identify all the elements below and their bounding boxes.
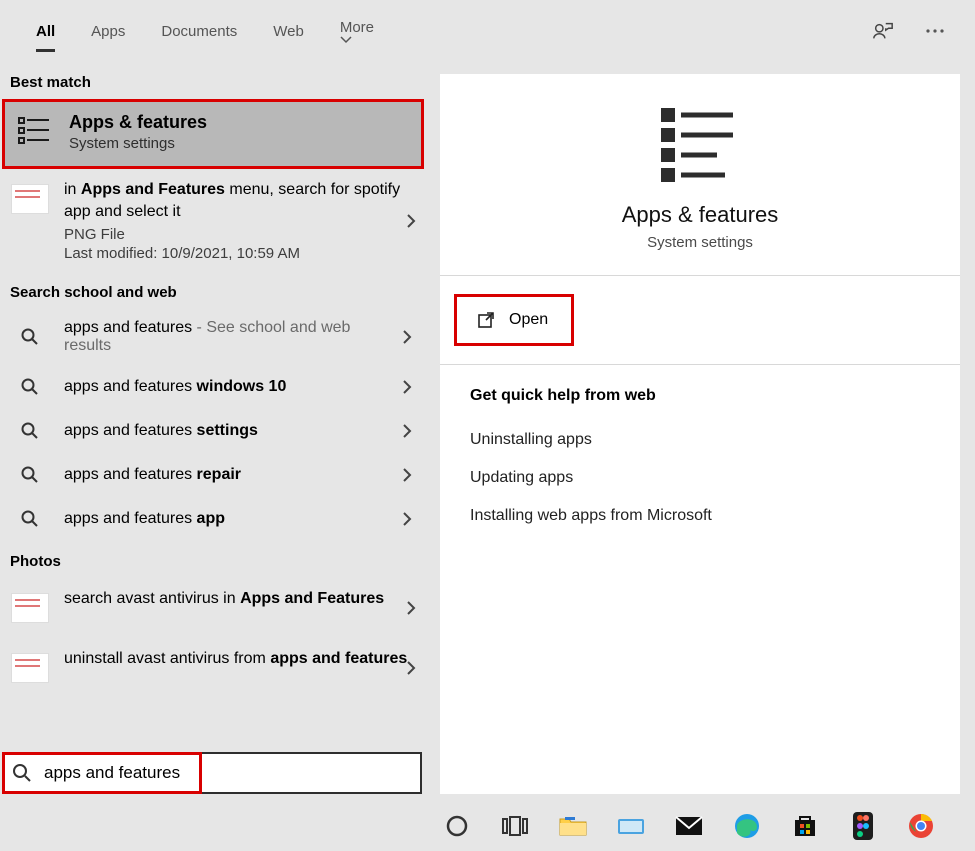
web-suggestion[interactable]: apps and features repair (0, 453, 426, 497)
mail-icon[interactable] (672, 809, 706, 843)
tab-more[interactable]: More (322, 1, 396, 62)
chevron-right-icon (402, 329, 412, 345)
more-options-icon[interactable] (921, 17, 949, 45)
best-match-subtitle: System settings (69, 135, 207, 152)
help-link[interactable]: Installing web apps from Microsoft (470, 497, 930, 535)
detail-title: Apps & features (622, 202, 779, 228)
photo-thumbnail-icon (10, 648, 50, 688)
chevron-right-icon (402, 511, 412, 527)
chevron-right-icon (402, 423, 412, 439)
best-match-title: Apps & features (69, 112, 207, 133)
help-heading: Get quick help from web (470, 387, 930, 405)
feedback-icon[interactable] (869, 17, 897, 45)
suggestion-text: apps and features settings (64, 422, 416, 440)
photo-thumbnail-icon (10, 588, 50, 628)
suggestion-text: apps and features windows 10 (64, 378, 416, 396)
photo-result[interactable]: search avast antivirus in Apps and Featu… (0, 578, 426, 638)
section-photos: Photos (0, 541, 426, 578)
chevron-right-icon (406, 600, 416, 616)
help-link[interactable]: Updating apps (470, 459, 930, 497)
web-suggestion[interactable]: apps and features - See school and web r… (0, 309, 426, 365)
search-input-container[interactable] (2, 752, 422, 794)
apps-features-large-icon (655, 104, 745, 184)
chevron-right-icon (402, 467, 412, 483)
settings-list-icon (15, 112, 55, 152)
chevron-right-icon (406, 213, 416, 229)
open-icon (477, 311, 495, 329)
help-link[interactable]: Uninstalling apps (470, 421, 930, 459)
suggestion-text: apps and features - See school and web r… (64, 319, 416, 355)
taskbar (426, 800, 975, 851)
png-thumbnail-icon (10, 179, 50, 219)
search-icon (10, 466, 50, 484)
search-icon (12, 763, 32, 783)
open-label: Open (509, 311, 548, 329)
tab-web[interactable]: Web (255, 5, 322, 58)
web-suggestion[interactable]: apps and features windows 10 (0, 365, 426, 409)
search-input[interactable] (42, 762, 412, 784)
chevron-right-icon (402, 379, 412, 395)
photo-result-title: uninstall avast antivirus from apps and … (64, 648, 416, 670)
web-suggestion[interactable]: apps and features settings (0, 409, 426, 453)
search-icon (10, 510, 50, 528)
file-result-modified: Last modified: 10/9/2021, 10:59 AM (64, 245, 416, 262)
task-view-icon[interactable] (498, 809, 532, 843)
suggestion-text: apps and features repair (64, 466, 416, 484)
cortana-icon[interactable] (440, 809, 474, 843)
photo-result[interactable]: uninstall avast antivirus from apps and … (0, 638, 426, 698)
search-filter-tabs: All Apps Documents Web More (0, 0, 975, 62)
best-match-result[interactable]: Apps & features System settings (2, 99, 424, 169)
chevron-right-icon (406, 660, 416, 676)
open-button[interactable]: Open (454, 294, 574, 346)
search-icon (10, 422, 50, 440)
tab-apps[interactable]: Apps (73, 5, 143, 58)
file-result-title: in Apps and Features menu, search for sp… (64, 179, 416, 222)
store-icon[interactable] (788, 809, 822, 843)
edge-icon[interactable] (730, 809, 764, 843)
web-suggestion[interactable]: apps and features app (0, 497, 426, 541)
tab-more-label: More (340, 19, 374, 36)
file-explorer-icon[interactable] (556, 809, 590, 843)
chevron-down-icon (340, 36, 378, 44)
keyboard-icon[interactable] (614, 809, 648, 843)
search-results-panel: Best match Apps & features System settin… (0, 62, 426, 800)
result-detail-panel: Apps & features System settings Open Get… (440, 74, 960, 794)
suggestion-text: apps and features app (64, 510, 416, 528)
search-icon (10, 378, 50, 396)
detail-subtitle: System settings (647, 234, 753, 251)
chrome-icon[interactable] (904, 809, 938, 843)
section-best-match: Best match (0, 62, 426, 99)
file-result[interactable]: in Apps and Features menu, search for sp… (0, 169, 426, 272)
file-result-type: PNG File (64, 226, 416, 243)
section-school-web: Search school and web (0, 272, 426, 309)
tab-all[interactable]: All (18, 5, 73, 58)
figma-icon[interactable] (846, 809, 880, 843)
search-icon (10, 328, 50, 346)
tab-documents[interactable]: Documents (143, 5, 255, 58)
photo-result-title: search avast antivirus in Apps and Featu… (64, 588, 416, 610)
